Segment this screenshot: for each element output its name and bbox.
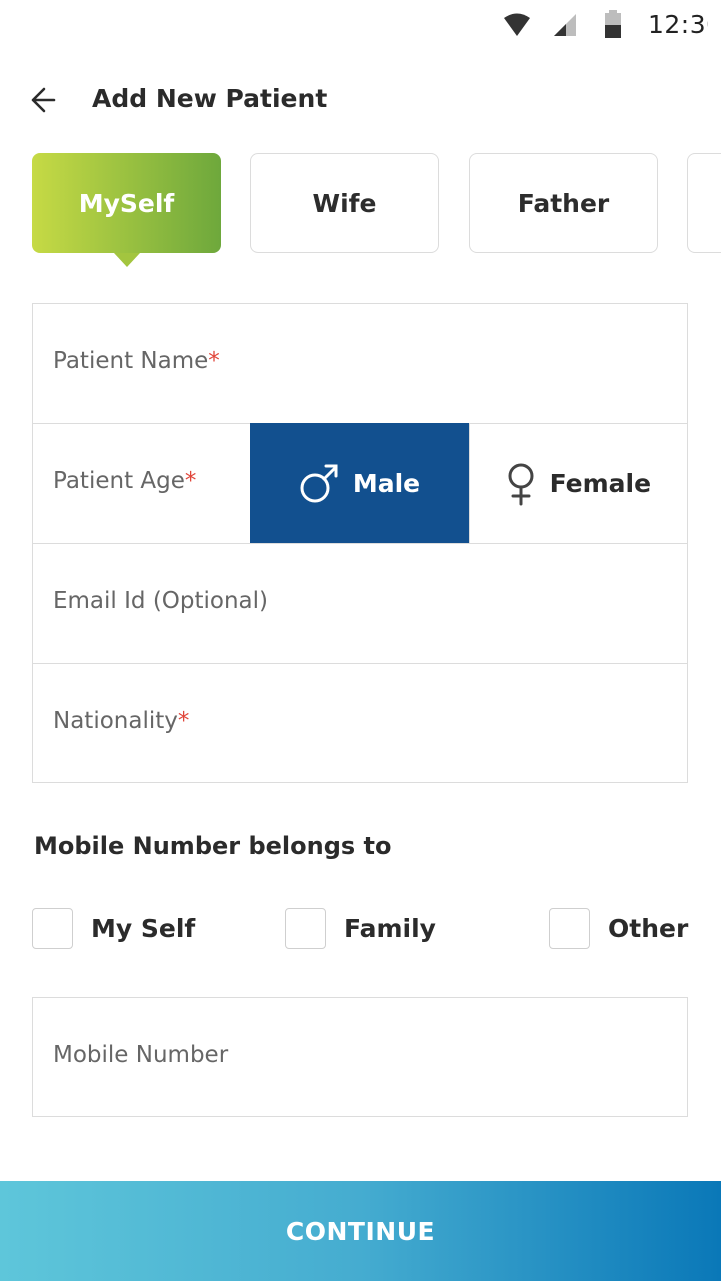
arrow-left-icon[interactable] [24, 80, 68, 120]
tab-label: Father [517, 188, 610, 218]
required-mark: * [184, 468, 197, 494]
option-my-self[interactable]: My Self [32, 908, 195, 949]
tab-father[interactable]: Father [469, 153, 658, 253]
mobile-number-label: Mobile Number [53, 1042, 229, 1068]
required-mark: * [177, 708, 190, 734]
checkbox[interactable] [32, 908, 73, 949]
nationality-label: Nationality* [53, 708, 190, 734]
mobile-owner-options: My Self Family Other [0, 908, 721, 950]
gender-female-label: Female [549, 469, 652, 498]
header: Add New Patient [0, 70, 721, 130]
tab-label: Wife [312, 188, 377, 218]
gender-female-button[interactable]: Female [468, 424, 687, 543]
status-bar: 12:30 [0, 0, 721, 50]
page-title: Add New Patient [92, 84, 328, 113]
mobile-number-field[interactable]: Mobile Number [32, 997, 688, 1117]
gender-male-label: Male [352, 468, 421, 498]
required-mark: * [208, 348, 220, 374]
patient-age-label: Patient Age* [53, 468, 197, 494]
battery-icon [605, 10, 621, 38]
checkbox[interactable] [285, 908, 326, 949]
nationality-field[interactable]: Nationality* [32, 663, 688, 783]
tab-wife[interactable]: Wife [250, 153, 439, 253]
female-icon [508, 463, 534, 505]
patient-name-field[interactable]: Patient Name* [32, 303, 688, 423]
continue-label: CONTINUE [285, 1216, 436, 1246]
option-label: Other [608, 914, 689, 943]
option-family[interactable]: Family [285, 908, 436, 949]
email-label: Email Id (Optional) [53, 588, 269, 614]
mobile-owner-title: Mobile Number belongs to [34, 832, 392, 860]
relation-tabs: MySelf Wife Father [0, 153, 721, 273]
male-icon [300, 464, 338, 503]
patient-name-label: Patient Name* [53, 348, 220, 374]
option-other[interactable]: Other [549, 908, 688, 949]
patient-form: Patient Name* Patient Age* Male Female E… [32, 303, 688, 783]
status-time: 12:30 [648, 10, 708, 39]
patient-age-field[interactable]: Patient Age* [33, 424, 250, 543]
wifi-icon [504, 13, 530, 36]
checkbox[interactable] [549, 908, 590, 949]
signal-icon [554, 14, 576, 36]
option-label: My Self [91, 914, 196, 943]
age-gender-row: Patient Age* Male Female [32, 423, 688, 543]
continue-button[interactable]: CONTINUE [0, 1181, 721, 1281]
gender-male-button[interactable]: Male [250, 423, 469, 543]
tab-partial[interactable] [687, 153, 721, 253]
option-label: Family [344, 914, 436, 943]
email-field[interactable]: Email Id (Optional) [32, 543, 688, 663]
tab-myself[interactable]: MySelf [32, 153, 221, 267]
tab-label: MySelf [78, 188, 175, 218]
